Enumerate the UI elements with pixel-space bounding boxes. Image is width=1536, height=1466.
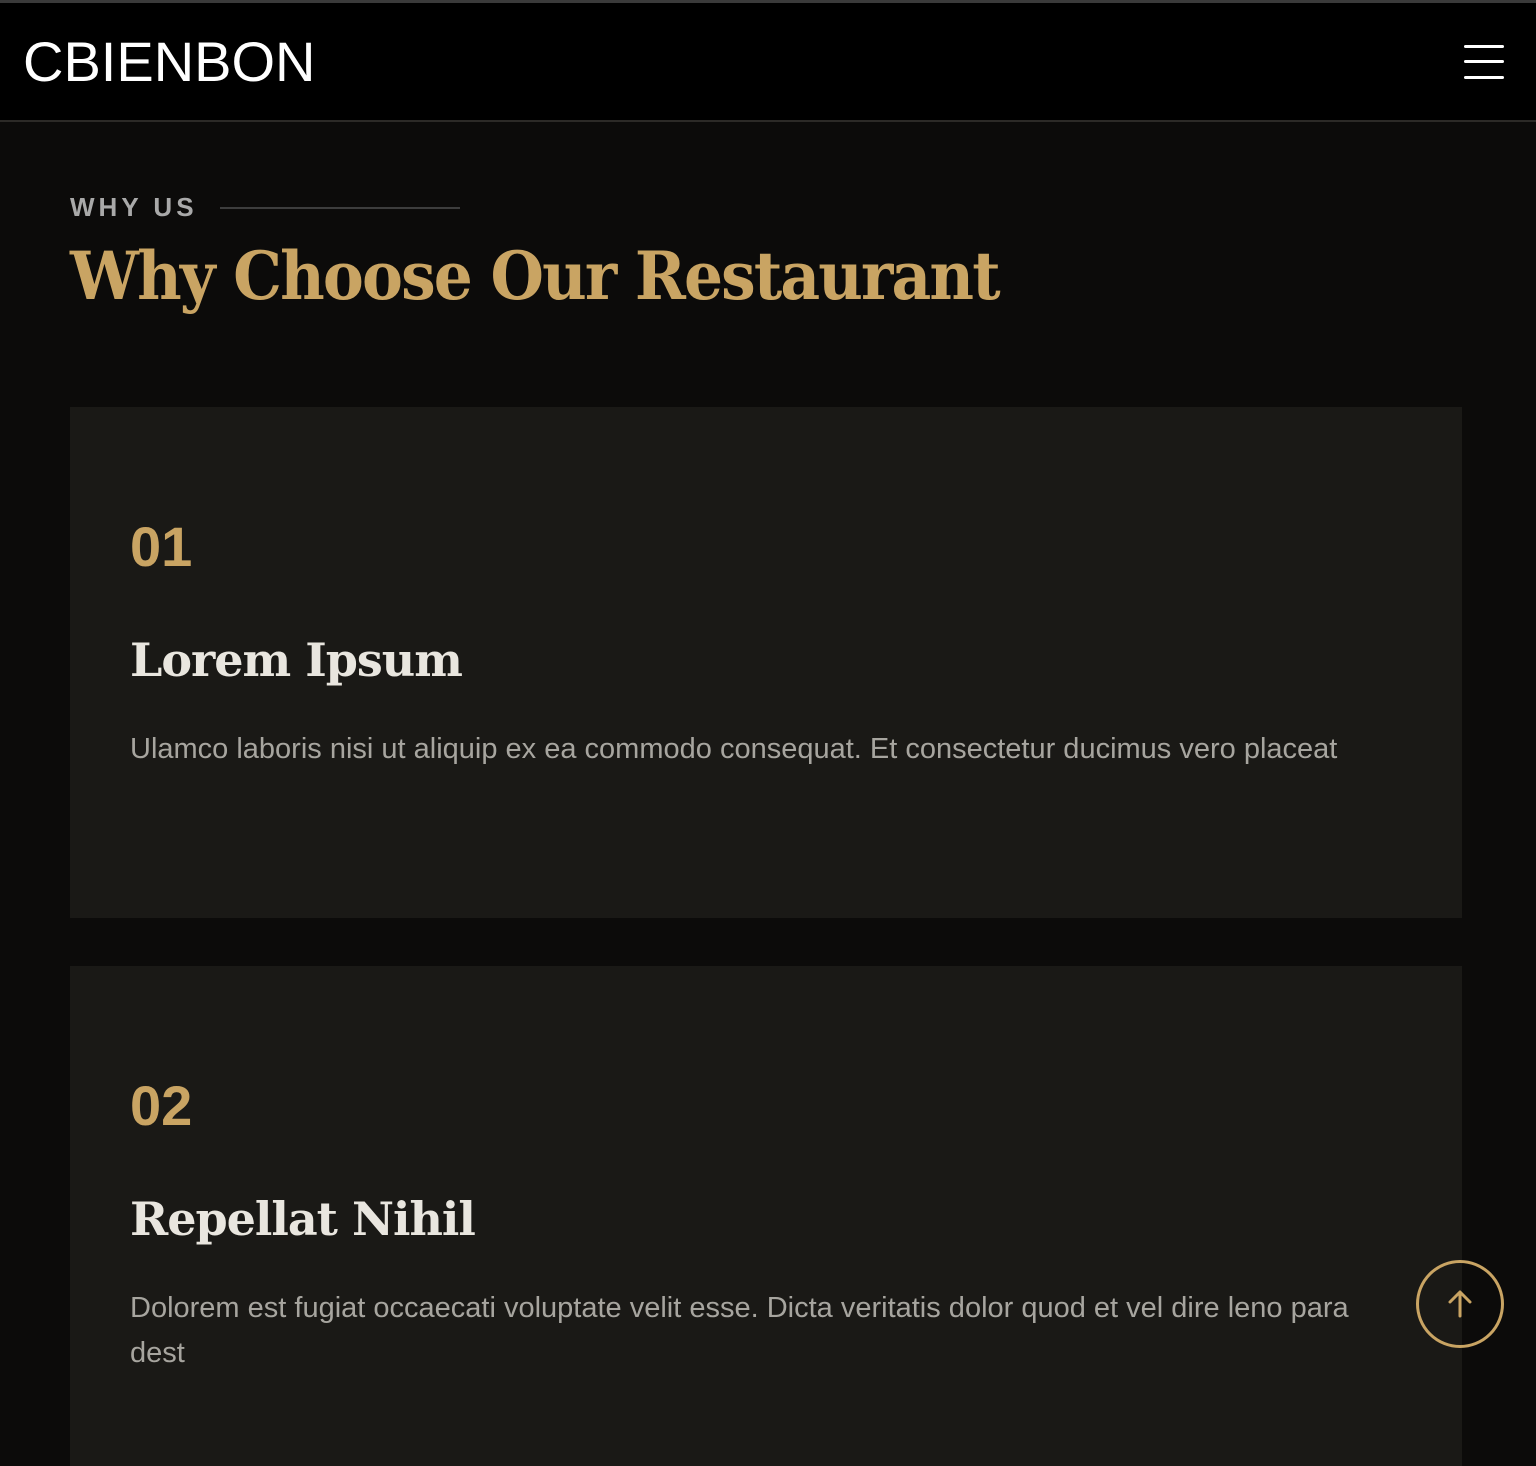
feature-card: 02 Repellat Nihil Dolorem est fugiat occ…	[70, 966, 1462, 1466]
card-description: Ulamco laboris nisi ut aliquip ex ea com…	[130, 733, 1338, 765]
hamburger-icon[interactable]	[1464, 44, 1504, 79]
section-title: Why Choose Our Restaurant	[70, 237, 1001, 315]
eyebrow: WHY US	[70, 192, 1466, 223]
hamburger-line	[1464, 75, 1504, 79]
card-description: Dolorem est fugiat occaecati voluptate v…	[130, 1292, 1349, 1369]
scroll-to-top-button[interactable]	[1416, 1260, 1504, 1348]
hamburger-line	[1464, 60, 1504, 63]
logo[interactable]: CBIENBON	[23, 29, 316, 94]
feature-card: 01 Lorem Ipsum Ulamco laboris nisi ut al…	[70, 407, 1462, 918]
eyebrow-text: WHY US	[70, 192, 198, 222]
hamburger-line	[1464, 44, 1504, 48]
site-header: CBIENBON	[0, 3, 1536, 122]
card-title: Lorem Ipsum	[130, 633, 463, 687]
why-us-section: WHY US Why Choose Our Restaurant 01 Lore…	[0, 122, 1536, 1466]
card-number: 01	[130, 515, 193, 578]
arrow-up-icon	[1448, 1290, 1472, 1318]
eyebrow-divider	[219, 206, 460, 209]
card-number: 02	[130, 1074, 193, 1137]
card-title: Repellat Nihil	[130, 1192, 476, 1246]
